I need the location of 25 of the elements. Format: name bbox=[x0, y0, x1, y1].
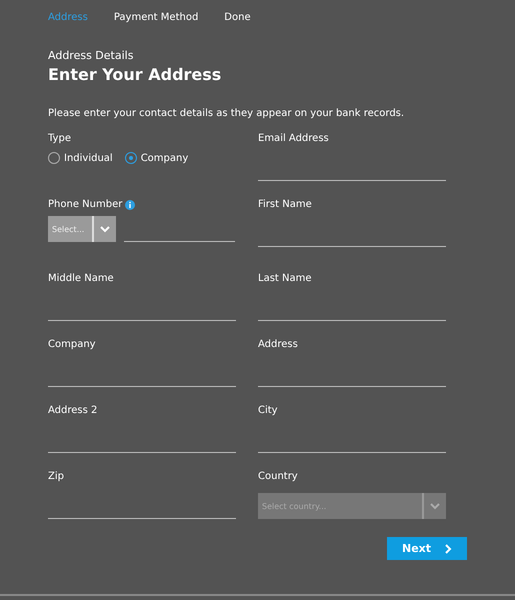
chevron-right-icon bbox=[445, 544, 452, 554]
field-label: Middle Name bbox=[48, 273, 115, 284]
field-label: Last Name bbox=[258, 273, 313, 284]
intro-text: Please enter your contact details as they appear on your bank records. bbox=[48, 108, 406, 119]
step-link[interactable]: Payment Method bbox=[114, 12, 198, 23]
radio-button[interactable] bbox=[124, 152, 137, 164]
radio-option[interactable]: Individual bbox=[48, 152, 113, 164]
field-label: Phone Number bbox=[48, 199, 122, 210]
radio-button[interactable] bbox=[48, 152, 60, 164]
chevron-down-icon bbox=[430, 502, 440, 510]
field-label: Type bbox=[48, 133, 72, 144]
page-title: Enter Your Address bbox=[48, 65, 222, 84]
field-label: First Name bbox=[258, 199, 313, 210]
field-label: Zip bbox=[48, 471, 65, 482]
field-label: Email Address bbox=[258, 133, 330, 144]
field-label: Country bbox=[258, 471, 299, 482]
radio-option[interactable]: Company bbox=[124, 152, 188, 164]
field-label: Address bbox=[258, 339, 299, 350]
field-label: City bbox=[258, 405, 279, 416]
step-link[interactable]: Done bbox=[224, 12, 251, 23]
chevron-down-icon bbox=[100, 226, 110, 232]
field-label: Company bbox=[48, 339, 97, 350]
info-icon[interactable] bbox=[125, 200, 136, 210]
section-subtitle: Address Details bbox=[48, 49, 134, 62]
field-label: Address 2 bbox=[48, 405, 98, 416]
